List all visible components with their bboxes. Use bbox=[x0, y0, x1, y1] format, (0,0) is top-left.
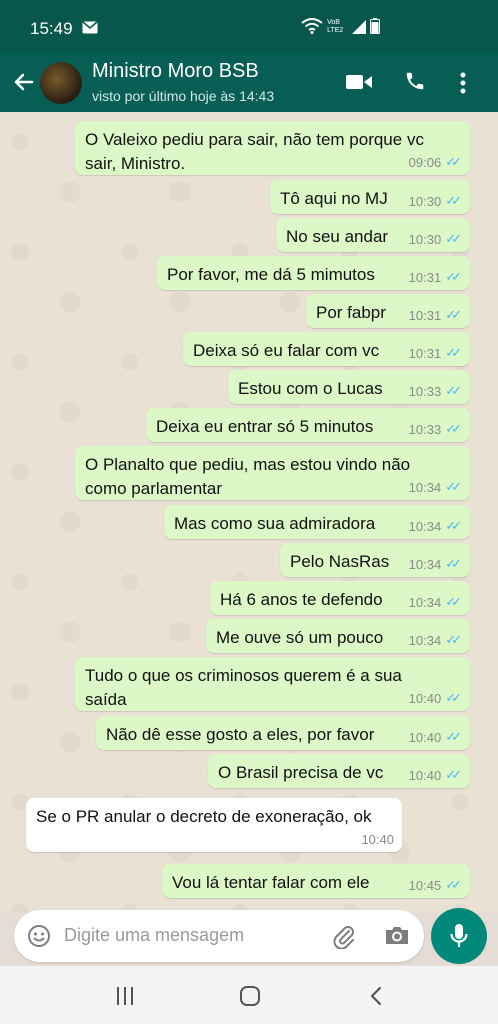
recents-icon[interactable] bbox=[115, 987, 135, 1005]
message-bubble[interactable]: Estou com o Lucas 10:33 ✓✓ bbox=[228, 370, 470, 404]
message-time: 10:31 bbox=[408, 307, 442, 323]
network-label: VoB LTE2 bbox=[327, 19, 344, 34]
message-bubble[interactable]: O Brasil precisa de vc 10:40 ✓✓ bbox=[208, 754, 470, 788]
contact-name[interactable]: Ministro Moro BSB bbox=[92, 60, 259, 83]
message-time: 10:34 bbox=[408, 556, 442, 572]
battery-icon bbox=[370, 18, 380, 34]
read-ticks-icon: ✓✓ bbox=[445, 154, 462, 169]
message-text: Estou com o Lucas bbox=[238, 379, 383, 398]
contact-avatar[interactable] bbox=[40, 62, 82, 104]
message-time: 09:06 bbox=[408, 154, 442, 170]
chat-header: Ministro Moro BSB visto por último hoje … bbox=[0, 52, 498, 112]
message-bubble[interactable]: Deixa só eu falar com vc 10:31 ✓✓ bbox=[183, 332, 470, 366]
back-arrow-icon[interactable] bbox=[12, 70, 36, 94]
status-icons: VoB LTE2 bbox=[301, 18, 380, 39]
message-time: 10:40 bbox=[408, 767, 442, 783]
message-bubble[interactable]: Por fabpr 10:31 ✓✓ bbox=[306, 294, 470, 328]
message-time: 10:31 bbox=[408, 345, 442, 361]
message-time: 10:31 bbox=[408, 269, 442, 285]
video-call-icon[interactable] bbox=[346, 73, 372, 91]
message-text: Deixa só eu falar com vc bbox=[193, 341, 380, 360]
message-input[interactable]: Digite uma mensagem bbox=[64, 925, 244, 946]
message-bubble[interactable]: Tô aqui no MJ 10:30 ✓✓ bbox=[270, 180, 470, 214]
message-text: Tudo o que os criminosos querem é a sua … bbox=[85, 666, 402, 709]
read-ticks-icon: ✓✓ bbox=[445, 231, 462, 246]
attach-icon[interactable] bbox=[332, 923, 356, 949]
message-bubble[interactable]: Deixa eu entrar só 5 minutos 10:33 ✓✓ bbox=[146, 408, 470, 442]
read-ticks-icon: ✓✓ bbox=[445, 729, 462, 744]
status-bar: 15:49 VoB LTE2 bbox=[0, 0, 498, 52]
message-composer[interactable]: Digite uma mensagem bbox=[14, 910, 424, 962]
message-text: Há 6 anos te defendo bbox=[220, 590, 383, 609]
chat-area[interactable]: O Valeixo pediu para sair, não tem porqu… bbox=[0, 112, 498, 912]
message-text: O Brasil precisa de vc bbox=[218, 763, 384, 782]
message-icon bbox=[82, 21, 98, 34]
read-ticks-icon: ✓✓ bbox=[445, 307, 462, 322]
message-bubble[interactable]: Vou lá tentar falar com ele 10:45 ✓✓ bbox=[162, 864, 470, 898]
mic-button[interactable] bbox=[431, 908, 487, 964]
message-time: 10:30 bbox=[408, 231, 442, 247]
message-bubble[interactable]: Tudo o que os criminosos querem é a sua … bbox=[75, 657, 470, 711]
message-text: Por fabpr bbox=[316, 303, 386, 322]
message-text: Mas como sua admiradora bbox=[174, 514, 376, 533]
message-text: Não dê esse gosto a eles, por favor bbox=[106, 725, 375, 744]
nav-back-icon[interactable] bbox=[369, 985, 383, 1007]
read-ticks-icon: ✓✓ bbox=[445, 594, 462, 609]
message-bubble[interactable]: Por favor, me dá 5 mimutos 10:31 ✓✓ bbox=[157, 256, 470, 290]
message-text: No seu andar bbox=[286, 227, 389, 246]
message-bubble[interactable]: O Valeixo pediu para sair, não tem porqu… bbox=[75, 121, 470, 175]
message-text: O Valeixo pediu para sair, não tem porqu… bbox=[85, 130, 424, 173]
message-text: O Planalto que pediu, mas estou vindo nã… bbox=[85, 455, 411, 498]
message-bubble[interactable]: Não dê esse gosto a eles, por favor 10:4… bbox=[96, 716, 470, 750]
message-bubble[interactable]: O Planalto que pediu, mas estou vindo nã… bbox=[75, 446, 470, 500]
message-bubble[interactable]: Me ouve só um pouco 10:34 ✓✓ bbox=[206, 619, 470, 653]
message-time: 10:33 bbox=[408, 383, 442, 399]
message-bubble[interactable]: Pelo NasRas 10:34 ✓✓ bbox=[280, 543, 470, 577]
more-icon[interactable] bbox=[460, 72, 466, 94]
read-ticks-icon: ✓✓ bbox=[445, 269, 462, 284]
system-nav-bar bbox=[0, 966, 498, 1024]
message-text: Vou lá tentar falar com ele bbox=[172, 873, 370, 892]
message-text: Tô aqui no MJ bbox=[280, 189, 388, 208]
read-ticks-icon: ✓✓ bbox=[445, 479, 462, 494]
read-ticks-icon: ✓✓ bbox=[445, 193, 462, 208]
message-time: 10:45 bbox=[408, 877, 442, 893]
read-ticks-icon: ✓✓ bbox=[445, 767, 462, 782]
message-time: 10:40 bbox=[408, 729, 442, 745]
signal-icon bbox=[351, 20, 366, 34]
message-bubble[interactable]: Se o PR anular o decreto de exoneração, … bbox=[26, 798, 402, 852]
message-text: Pelo NasRas bbox=[290, 552, 390, 571]
read-ticks-icon: ✓✓ bbox=[445, 632, 462, 647]
message-time: 10:40 bbox=[408, 690, 442, 706]
status-time: 15:49 bbox=[30, 19, 73, 38]
read-ticks-icon: ✓✓ bbox=[445, 345, 462, 360]
camera-icon[interactable] bbox=[384, 924, 410, 946]
message-bubble[interactable]: No seu andar 10:30 ✓✓ bbox=[276, 218, 470, 252]
message-bubble[interactable]: Mas como sua admiradora 10:34 ✓✓ bbox=[164, 505, 470, 539]
read-ticks-icon: ✓✓ bbox=[445, 690, 462, 705]
message-text: Deixa eu entrar só 5 minutos bbox=[156, 417, 374, 436]
message-text: Por favor, me dá 5 mimutos bbox=[167, 265, 375, 284]
message-bubble[interactable]: Há 6 anos te defendo 10:34 ✓✓ bbox=[210, 581, 470, 615]
read-ticks-icon: ✓✓ bbox=[445, 518, 462, 533]
home-icon[interactable] bbox=[239, 985, 261, 1007]
message-time: 10:34 bbox=[408, 518, 442, 534]
wifi-icon bbox=[301, 18, 323, 34]
message-time: 10:40 bbox=[361, 832, 394, 847]
message-time: 10:34 bbox=[408, 479, 442, 495]
read-ticks-icon: ✓✓ bbox=[445, 877, 462, 892]
message-time: 10:34 bbox=[408, 594, 442, 610]
message-text: Me ouve só um pouco bbox=[216, 628, 384, 647]
read-ticks-icon: ✓✓ bbox=[445, 421, 462, 436]
message-time: 10:33 bbox=[408, 421, 442, 437]
mic-icon bbox=[450, 924, 468, 947]
message-text: Se o PR anular o decreto de exoneração, … bbox=[36, 807, 372, 826]
message-time: 10:34 bbox=[408, 632, 442, 648]
read-ticks-icon: ✓✓ bbox=[445, 383, 462, 398]
phone-icon[interactable] bbox=[404, 70, 426, 92]
message-time: 10:30 bbox=[408, 193, 442, 209]
emoji-icon[interactable] bbox=[27, 924, 51, 948]
read-ticks-icon: ✓✓ bbox=[445, 556, 462, 571]
contact-last-seen: visto por último hoje às 14:43 bbox=[92, 88, 275, 104]
